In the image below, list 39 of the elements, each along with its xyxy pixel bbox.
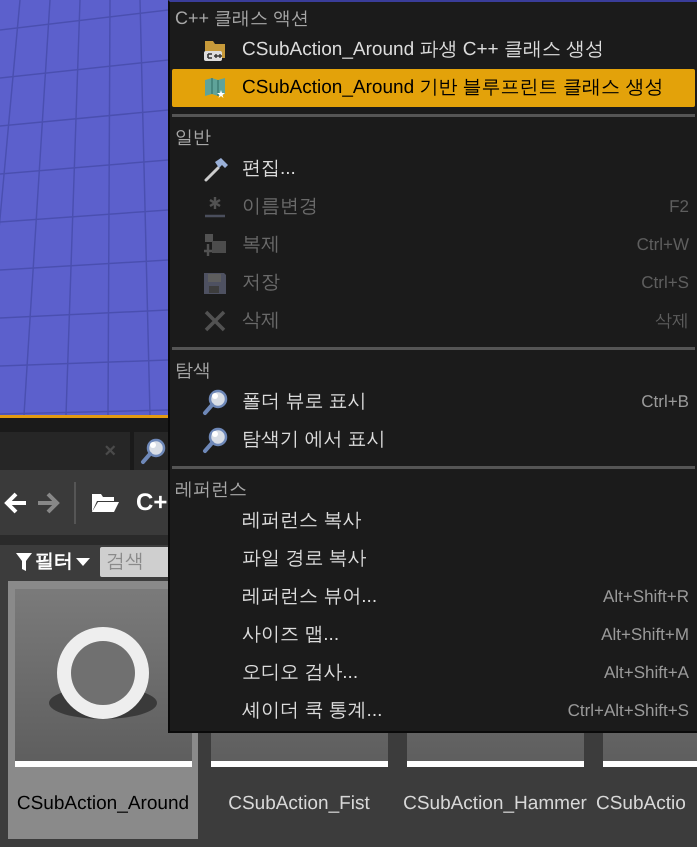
back-arrow-icon[interactable] xyxy=(4,492,28,514)
asset-name: CSubAction_Fist xyxy=(228,792,370,816)
path-crumb[interactable]: C+ xyxy=(136,484,168,520)
blueprint-icon xyxy=(202,75,228,101)
shortcut-label: Ctrl+W xyxy=(636,234,689,256)
asterisk-icon xyxy=(202,194,228,220)
section-header: 일반 xyxy=(174,126,212,149)
search-icon xyxy=(202,426,230,454)
shortcut-label: 삭제 xyxy=(655,310,689,332)
asset-name: CSubAction_Around xyxy=(16,792,190,816)
funnel-icon xyxy=(16,553,32,571)
shortcut-label: Alt+Shift+A xyxy=(604,662,689,684)
hammer-icon xyxy=(202,156,230,182)
section-header: 탐색 xyxy=(174,359,212,382)
menu-item[interactable]: 폴더 뷰로 표시 Ctrl+B xyxy=(172,383,695,421)
search-icon xyxy=(202,388,230,416)
folder-icon[interactable] xyxy=(90,492,120,514)
shortcut-label: Ctrl+B xyxy=(641,391,689,414)
shortcut-label: Ctrl+Alt+Shift+S xyxy=(568,700,689,722)
menu-item[interactable]: 레퍼런스 복사 xyxy=(172,502,695,540)
close-icon xyxy=(202,308,228,334)
section-header: C++ 클래스 액션 xyxy=(174,7,310,30)
caret-icon xyxy=(76,557,90,567)
shortcut-label: Ctrl+S xyxy=(641,272,689,294)
section-header: 레퍼런스 xyxy=(174,478,248,501)
duplicate-icon xyxy=(202,232,228,258)
menu-item[interactable]: CSubAction_Around 기반 블루프린트 클래스 생성 xyxy=(172,69,695,107)
asset-tile[interactable]: CSubAction_Around xyxy=(8,581,198,839)
shortcut-label: Alt+Shift+M xyxy=(601,624,689,646)
asset-name: CSubActio xyxy=(596,792,686,816)
search-tab-icon xyxy=(140,437,168,465)
asset-name: CSubAction_Hammer xyxy=(403,792,587,816)
shortcut-label: Alt+Shift+R xyxy=(603,586,689,608)
menu-item[interactable]: 탐색기 에서 표시 xyxy=(172,421,695,459)
menu-item[interactable]: CSubAction_Around 파생 C++ 클래스 생성 xyxy=(172,31,695,69)
shortcut-label: F2 xyxy=(669,196,689,218)
menu-item[interactable]: 편집... xyxy=(172,150,695,188)
filter-button[interactable]: 필터 xyxy=(16,548,90,576)
forward-arrow-icon[interactable] xyxy=(36,492,60,514)
